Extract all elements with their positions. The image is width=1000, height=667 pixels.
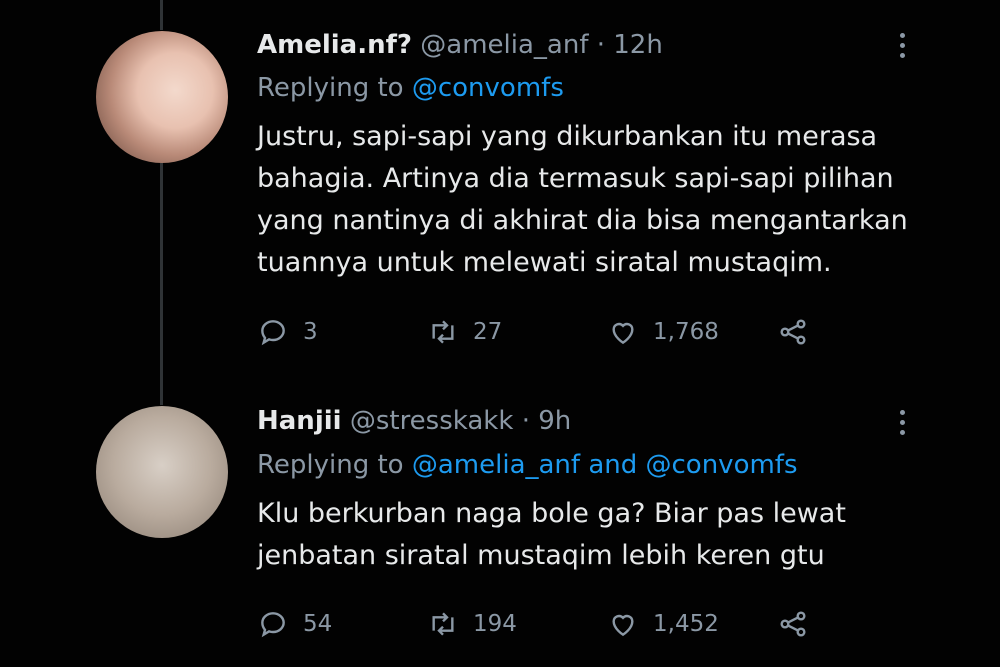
tweet-actions: 54 194 1,452 (257, 602, 857, 646)
display-name[interactable]: Hanjii (257, 406, 342, 436)
like-count: 1,768 (653, 319, 719, 345)
mention-link[interactable]: @convomfs (412, 73, 564, 103)
more-vertical-icon[interactable] (888, 25, 916, 65)
tweet-text-line: Klu berkurban naga bole ga? Biar pas lew… (257, 498, 846, 529)
like-count: 1,452 (653, 611, 719, 637)
more-vertical-icon[interactable] (888, 402, 916, 442)
user-handle[interactable]: @amelia_anf (420, 30, 588, 60)
tweet-text-line: tuannya untuk melewati siratal mustaqim. (257, 247, 832, 278)
tweet-text: Justru, sapi-sapi yang dikurbankan itu m… (257, 116, 957, 284)
retweet-icon (432, 320, 454, 344)
tweet-header: Hanjii @stresskakk · 9h (257, 406, 571, 436)
retweet-button[interactable]: 27 (427, 310, 502, 354)
share-button[interactable] (777, 310, 809, 354)
timestamp[interactable]: 12h (613, 30, 663, 60)
avatar[interactable] (96, 31, 228, 163)
tweet-actions: 3 27 1,768 (257, 310, 857, 354)
heart-icon (612, 614, 634, 637)
replying-to-label: Replying to (257, 73, 404, 103)
replying-to-label: Replying to (257, 450, 404, 480)
tweet[interactable]: Hanjii @stresskakk · 9h Replying to @ame… (0, 390, 1000, 667)
like-button[interactable]: 1,768 (607, 310, 719, 354)
retweet-count: 27 (473, 319, 503, 345)
retweet-count: 194 (473, 611, 517, 637)
reply-count: 54 (303, 611, 333, 637)
reply-button[interactable]: 54 (257, 602, 332, 646)
share-button[interactable] (777, 602, 809, 646)
reply-count: 3 (303, 319, 318, 345)
mention-link[interactable]: @amelia_anf and @convomfs (412, 450, 798, 480)
tweet-text-line: jenbatan siratal mustaqim lebih keren gt… (257, 540, 825, 571)
avatar[interactable] (96, 406, 228, 538)
timestamp[interactable]: 9h (538, 406, 571, 436)
heart-icon (612, 322, 634, 345)
replying-to: Replying to @convomfs (257, 73, 564, 103)
reply-icon (261, 320, 285, 346)
reply-icon (261, 612, 285, 638)
share-icon (780, 319, 806, 345)
tweet-text-line: bahagia. Artinya dia termasuk sapi-sapi … (257, 163, 894, 194)
timeline: Amelia.nf? @amelia_anf · 12h Replying to… (0, 0, 1000, 667)
tweet-text-line: yang nantinya di akhirat dia bisa mengan… (257, 205, 908, 236)
retweet-button[interactable]: 194 (427, 602, 517, 646)
like-button[interactable]: 1,452 (607, 602, 719, 646)
tweet-text-line: Justru, sapi-sapi yang dikurbankan itu m… (257, 121, 878, 152)
tweet-header: Amelia.nf? @amelia_anf · 12h (257, 30, 663, 60)
separator: · (521, 406, 530, 436)
retweet-icon (432, 612, 454, 636)
share-icon (780, 611, 806, 637)
separator: · (596, 30, 605, 60)
user-handle[interactable]: @stresskakk (350, 406, 514, 436)
replying-to: Replying to @amelia_anf and @convomfs (257, 450, 798, 480)
reply-button[interactable]: 3 (257, 310, 318, 354)
display-name[interactable]: Amelia.nf? (257, 30, 412, 60)
tweet-text: Klu berkurban naga bole ga? Biar pas lew… (257, 493, 957, 577)
tweet[interactable]: Amelia.nf? @amelia_anf · 12h Replying to… (0, 0, 1000, 390)
